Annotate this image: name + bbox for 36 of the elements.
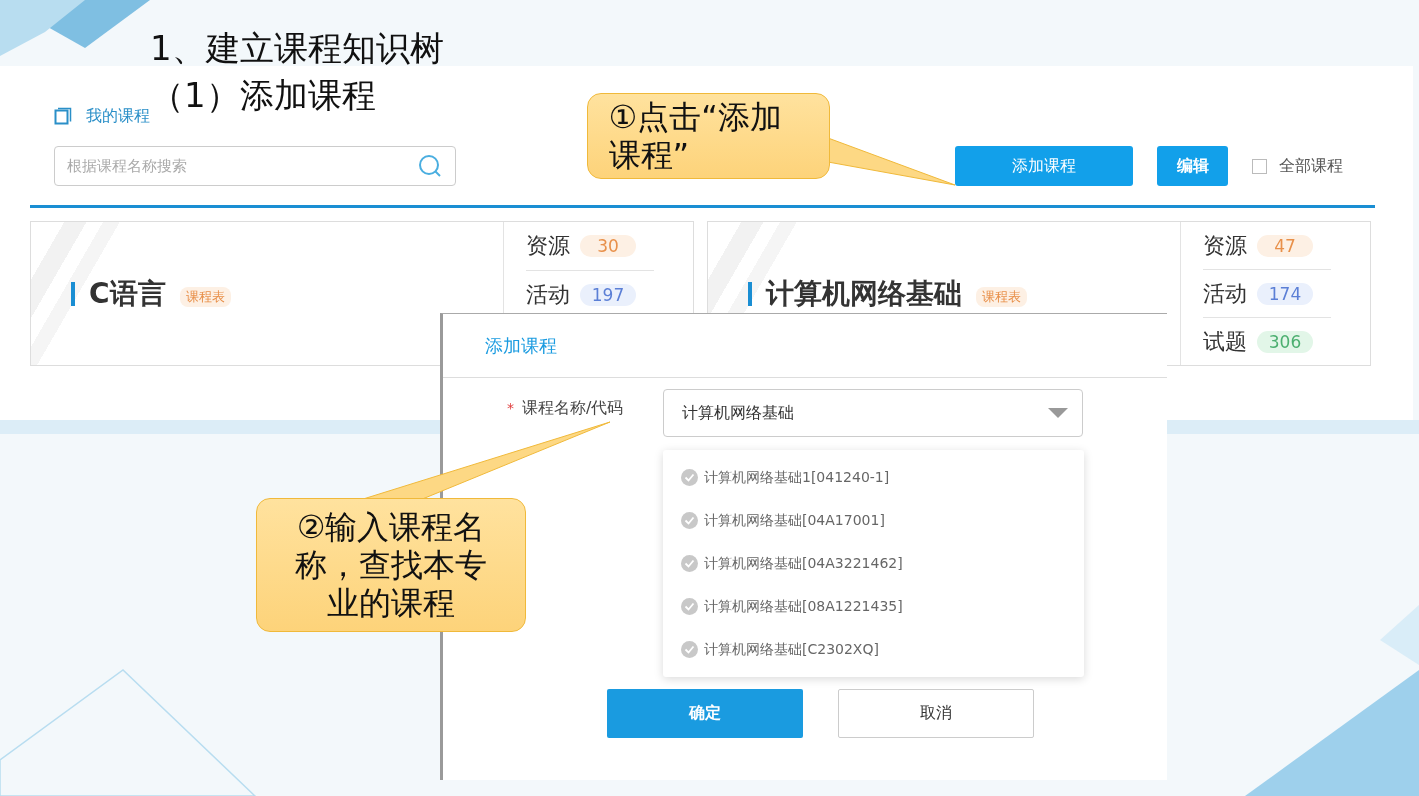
checkbox[interactable] — [1252, 158, 1267, 174]
dropdown-option[interactable]: 计算机网络基础1[041240-1] — [663, 456, 1084, 499]
cancel-button[interactable]: 取消 — [838, 689, 1034, 738]
search-field[interactable]: 根据课程名称搜索 — [54, 146, 456, 186]
title-marker — [71, 281, 75, 306]
slide-title: 1、建立课程知识树 — [150, 27, 444, 70]
book-icon — [54, 107, 72, 125]
required-mark: * — [507, 400, 514, 416]
count-badge: 47 — [1257, 234, 1313, 257]
title-marker — [748, 281, 752, 306]
small-triangle-drawing — [1380, 605, 1419, 665]
caret-icon[interactable] — [1048, 408, 1068, 418]
stat-label: 活动 — [1203, 279, 1247, 308]
dropdown-option[interactable]: 计算机网络基础[08A1221435] — [663, 585, 1084, 628]
slide-subtitle: （1）添加课程 — [150, 74, 376, 117]
dropdown-option[interactable]: 计算机网络基础[04A17001] — [663, 499, 1084, 542]
callout: ②输入课程名称，查找本专业的课程 — [256, 498, 526, 632]
count-badge: 197 — [580, 284, 636, 306]
search-icon[interactable] — [418, 154, 442, 178]
dialog-title: 添加课程 — [443, 314, 1167, 378]
course-title[interactable]: C语言 — [89, 274, 166, 313]
count-badge: 306 — [1257, 330, 1313, 353]
count-badge: 174 — [1257, 282, 1313, 305]
breadcrumb-link[interactable]: 我的课程 — [86, 105, 150, 127]
checkbox-label: 全部课程 — [1279, 155, 1343, 177]
field-label: 课程名称/代码 — [522, 398, 624, 417]
stat-label: 资源 — [526, 232, 570, 260]
stat-label: 试题 — [1203, 327, 1247, 356]
callout: ①点击“添加课程” — [587, 93, 830, 179]
stat-label: 资源 — [1203, 231, 1247, 260]
course-title[interactable]: 计算机网络基础 — [766, 274, 962, 313]
course-select[interactable]: 计算机网络基础 — [663, 389, 1083, 437]
stat-label: 活动 — [526, 281, 570, 309]
dropdown-option[interactable]: 计算机网络基础[C2302XQ] — [663, 628, 1084, 671]
dropdown-option[interactable]: 计算机网络基础[04A3221462] — [663, 542, 1084, 585]
count-badge: 30 — [580, 235, 636, 257]
